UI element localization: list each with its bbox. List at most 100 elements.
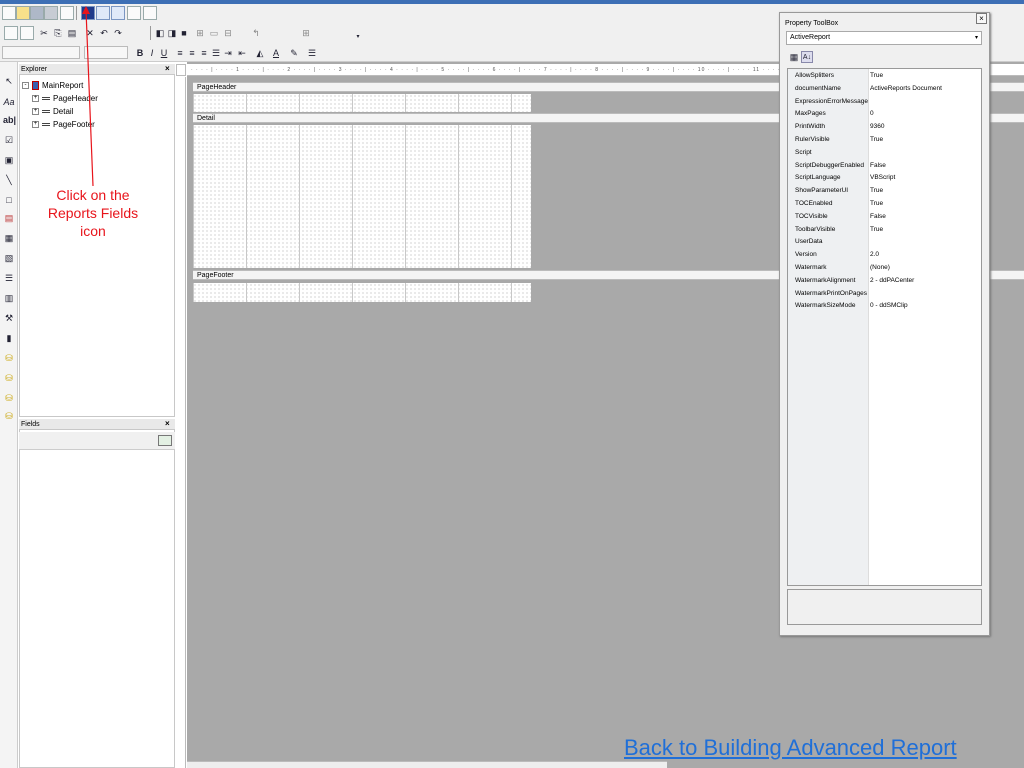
line-color-icon[interactable]: ✎ [288, 47, 300, 59]
object-selector[interactable]: ActiveReport ▾ [786, 31, 982, 45]
delete-icon[interactable]: ✕ [84, 27, 96, 39]
property-row[interactable]: ExpressionErrorMessage [792, 96, 982, 109]
property-row[interactable]: WatermarkSizeMode 0 - ddSMClip [792, 300, 982, 313]
pointer-icon[interactable]: ↖ [3, 75, 15, 87]
property-value[interactable]: True [870, 134, 982, 147]
bring-to-front-icon[interactable]: ◧ [154, 27, 166, 39]
redo-icon[interactable]: ↷ [112, 27, 124, 39]
horizontal-scrollbar[interactable] [187, 761, 667, 768]
label-tool-icon[interactable]: Aa [3, 96, 15, 108]
property-row[interactable]: UserData [792, 236, 982, 249]
property-value[interactable]: True [870, 185, 982, 198]
tab-order-icon[interactable]: ↰ [250, 27, 262, 39]
rectangle-tool-icon[interactable]: □ [3, 194, 15, 206]
property-row[interactable]: WatermarkPrintOnPages [792, 288, 982, 301]
paste-icon[interactable]: ▤ [66, 27, 78, 39]
tree-item-pageheader[interactable]: + PageHeader [32, 94, 98, 103]
properties-icon[interactable] [20, 26, 34, 40]
copy-icon[interactable]: ⎘ [52, 27, 64, 39]
cut-icon[interactable]: ✂ [38, 27, 50, 39]
bold-icon[interactable]: B [134, 47, 146, 59]
property-row[interactable]: ToolbarVisible True [792, 224, 982, 237]
open-icon[interactable] [16, 6, 30, 20]
undo-icon[interactable]: ↶ [98, 27, 110, 39]
crossline-tool-icon[interactable]: ⚒ [3, 312, 15, 324]
property-row[interactable]: MaxPages 0 [792, 108, 982, 121]
dao-datasource-icon[interactable]: ⛁ [3, 372, 15, 384]
new-report-icon[interactable] [2, 6, 16, 20]
property-row[interactable]: Script [792, 147, 982, 160]
font-color-icon[interactable]: A [270, 47, 282, 59]
property-value[interactable]: 0 [870, 108, 982, 121]
property-row[interactable]: PrintWidth 9360 [792, 121, 982, 134]
print-preview-icon[interactable] [60, 6, 74, 20]
dropdown-arrow-icon[interactable]: ▾ [352, 31, 364, 43]
property-value[interactable]: 2.0 [870, 249, 982, 262]
alphabetical-icon[interactable]: A↓ [801, 51, 813, 63]
align-center-icon[interactable]: ≡ [186, 47, 198, 59]
align-right-icon[interactable]: ≡ [198, 47, 210, 59]
property-value[interactable]: VBScript [870, 172, 982, 185]
subreport-tool-icon[interactable]: ▦ [3, 232, 15, 244]
textbox-tool-icon[interactable]: ab| [3, 114, 16, 126]
save-all-icon[interactable] [44, 6, 58, 20]
fill-color-icon[interactable]: ◭ [254, 47, 266, 59]
band-area-pageheader[interactable] [193, 94, 531, 112]
grid-settings-icon[interactable]: ⊞ [300, 27, 312, 39]
property-value[interactable]: ActiveReports Document [870, 83, 982, 96]
spacing-icon[interactable]: ⊟ [222, 27, 234, 39]
fields-close-icon[interactable]: × [165, 419, 170, 429]
picture-tool-icon[interactable]: ▣ [3, 154, 15, 166]
property-value[interactable]: (None) [870, 262, 982, 275]
tree-item-detail[interactable]: + Detail [32, 107, 73, 116]
tree-item-pagefooter[interactable]: + PageFooter [32, 120, 95, 129]
italic-icon[interactable]: I [146, 47, 158, 59]
script-icon[interactable] [143, 6, 157, 20]
property-value[interactable]: True [870, 198, 982, 211]
property-row[interactable]: WatermarkAlignment 2 - ddPACenter [792, 275, 982, 288]
outdent-icon[interactable]: ⇤ [236, 47, 248, 59]
font-name-dropdown[interactable] [2, 46, 80, 59]
send-to-back-icon[interactable]: ◨ [166, 27, 178, 39]
line-style-icon[interactable]: ☰ [306, 47, 318, 59]
line-tool-icon[interactable]: ╲ [3, 174, 15, 186]
property-row[interactable]: Version 2.0 [792, 249, 982, 262]
categorized-icon[interactable]: ▦ [788, 51, 800, 63]
tree-item-mainreport[interactable]: - MainReport [22, 81, 83, 90]
pagebreak-tool-icon[interactable]: ▧ [3, 252, 15, 264]
checkbox-tool-icon[interactable]: ☑ [3, 134, 15, 146]
property-value[interactable]: True [870, 70, 982, 83]
font-size-dropdown[interactable] [84, 46, 128, 59]
property-row[interactable]: Watermark (None) [792, 262, 982, 275]
report-settings-icon[interactable] [111, 6, 125, 20]
ole-tool-icon[interactable]: ☰ [3, 272, 15, 284]
report-header-icon[interactable] [81, 6, 95, 20]
align-left-icon[interactable]: ≡ [174, 47, 186, 59]
property-value[interactable] [870, 288, 982, 301]
save-icon[interactable] [30, 6, 44, 20]
property-value[interactable] [870, 236, 982, 249]
explorer-close-icon[interactable]: × [165, 64, 170, 74]
property-value[interactable]: 9360 [870, 121, 982, 134]
add-field-icon[interactable] [158, 435, 172, 446]
property-row[interactable]: ScriptLanguage VBScript [792, 172, 982, 185]
property-value[interactable]: False [870, 160, 982, 173]
band-area-detail[interactable] [193, 125, 531, 268]
bullets-icon[interactable]: ☰ [210, 47, 222, 59]
property-row[interactable]: ScriptDebuggerEnabled False [792, 160, 982, 173]
underline-icon[interactable]: U [158, 47, 170, 59]
property-value[interactable]: 2 - ddPACenter [870, 275, 982, 288]
property-row[interactable]: TOCVisible False [792, 211, 982, 224]
property-value[interactable]: False [870, 211, 982, 224]
same-size-icon[interactable]: ▭ [208, 27, 220, 39]
property-value[interactable]: True [870, 224, 982, 237]
property-value[interactable]: 0 - ddSMClip [870, 300, 982, 313]
property-row[interactable]: documentName ActiveReports Document [792, 83, 982, 96]
rdo-datasource-icon[interactable]: ⛁ [3, 392, 15, 404]
property-toolbox-close-icon[interactable]: × [976, 13, 987, 24]
richtext-tool-icon[interactable]: ▤ [3, 212, 15, 224]
xml-datasource-icon[interactable]: ⛁ [3, 410, 15, 422]
chart-tool-icon[interactable]: ▥ [3, 292, 15, 304]
property-row[interactable]: RulerVisible True [792, 134, 982, 147]
property-row[interactable]: AllowSplitters True [792, 70, 982, 83]
